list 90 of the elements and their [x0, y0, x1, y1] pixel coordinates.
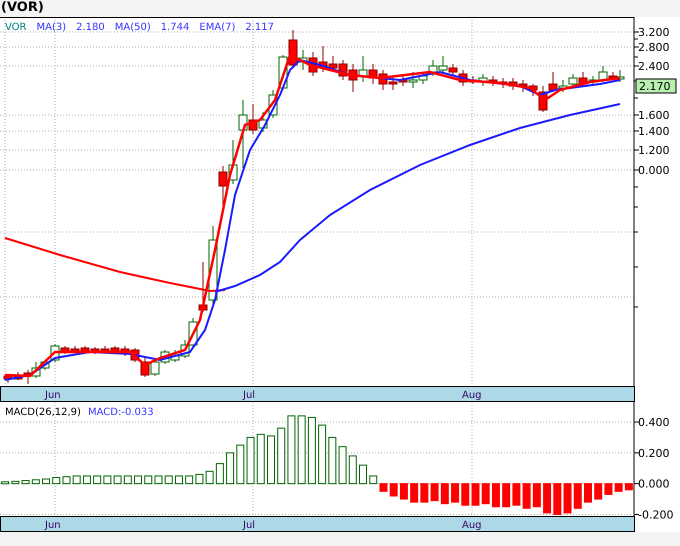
legend-value: 2.180: [76, 22, 105, 33]
bar: [574, 483, 582, 509]
bar: [318, 424, 326, 484]
bar: [236, 444, 244, 484]
bar: [532, 483, 541, 508]
bar: [82, 475, 91, 484]
bar: [553, 483, 562, 515]
bar: [512, 483, 520, 506]
bar: [32, 479, 40, 484]
bar: [308, 416, 316, 484]
bar: [298, 415, 306, 484]
bar: [206, 470, 214, 484]
bar: [359, 464, 368, 484]
indicator-value: MACD:-0.033: [88, 407, 154, 418]
axis-label: 1.400: [638, 125, 670, 138]
legend-label: MA(50): [114, 22, 151, 33]
month-label: Jun: [45, 390, 61, 401]
axis-label: 2.400: [638, 60, 670, 73]
bar: [522, 483, 531, 509]
bar: [1, 481, 10, 484]
bar: [584, 483, 592, 503]
bar: [410, 483, 418, 503]
bar: [174, 475, 183, 484]
bar: [492, 483, 500, 508]
bar: [72, 475, 81, 484]
legend-label: EMA(7): [199, 22, 236, 33]
ticker-label: VOR: [5, 22, 26, 33]
bar: [277, 428, 286, 484]
bar: [614, 483, 623, 492]
chart-title: (VOR): [0, 0, 45, 17]
legend-label: MA(3): [36, 22, 66, 33]
axis-label: 0.000: [638, 164, 670, 177]
bar: [369, 475, 378, 484]
bar: [22, 480, 30, 484]
legend-value: 1.744: [160, 22, 190, 33]
bar: [564, 483, 572, 514]
bar: [430, 483, 439, 502]
bar: [328, 436, 336, 484]
bar: [461, 483, 470, 506]
bar: [114, 475, 122, 484]
bar: [543, 483, 552, 514]
indicator-label: MACD(26,12,9): [5, 407, 81, 418]
bar: [134, 475, 142, 484]
bar: [440, 483, 449, 504]
axis-label: 3.200: [638, 26, 670, 39]
price-badge: 2.170: [636, 78, 676, 94]
bar: [246, 436, 255, 484]
month-label: Aug: [462, 390, 482, 401]
bar: [420, 483, 428, 503]
bar: [472, 483, 480, 506]
bar: [226, 452, 234, 484]
bar: [216, 463, 224, 484]
bar: [185, 475, 194, 484]
month-label: Jul: [243, 520, 256, 531]
axis-label: 0.200: [638, 446, 670, 460]
axis-label: 2.800: [638, 41, 670, 54]
bar: [124, 475, 132, 484]
bar: [379, 483, 388, 492]
axis-label: 0.000: [638, 478, 670, 491]
month-label: Aug: [462, 520, 482, 531]
bar: [338, 446, 347, 484]
bar: [624, 483, 633, 490]
bar: [594, 483, 602, 500]
legend-value: 2.117: [245, 22, 274, 33]
bar: [103, 475, 112, 484]
bar: [256, 434, 265, 484]
axis-label: -0.200: [638, 508, 674, 522]
axis-label: 1.200: [638, 144, 670, 157]
bar: [482, 483, 490, 504]
bar: [195, 474, 204, 484]
bar: [604, 483, 612, 495]
bar: [266, 435, 275, 484]
bar: [42, 478, 50, 484]
axis-label: 0.400: [638, 416, 670, 430]
bar: [502, 483, 510, 508]
bar: [154, 475, 162, 484]
bar: [164, 475, 173, 484]
month-label: Jun: [45, 520, 61, 531]
bar: [62, 476, 70, 484]
bar: [144, 475, 152, 484]
bar: [52, 476, 60, 484]
bar: [400, 483, 408, 500]
bar: [93, 475, 102, 484]
month-label: Jul: [243, 390, 256, 401]
bar: [451, 483, 460, 503]
axis-label: 1.600: [638, 109, 670, 122]
bar: [390, 483, 398, 496]
bar: [11, 480, 20, 484]
bar: [287, 415, 296, 484]
bar: [348, 455, 357, 484]
